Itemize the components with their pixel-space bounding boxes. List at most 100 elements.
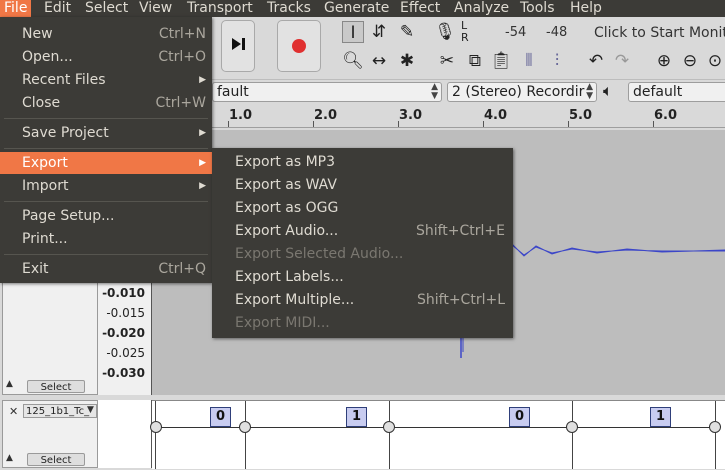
ruler-tick (483, 121, 484, 127)
playback-device-select[interactable]: default (628, 82, 725, 102)
playback-device-value: default (633, 84, 683, 100)
menu-tools[interactable]: Tools (516, 0, 559, 17)
export-labels[interactable]: Export Labels... (212, 266, 513, 289)
skip-end-bar-icon (242, 38, 245, 50)
skip-to-end-button[interactable] (221, 20, 255, 72)
label-handle-icon[interactable] (150, 421, 162, 433)
timeshift-tool-icon[interactable]: ↔ (368, 50, 390, 72)
vruler-value: -0.025 (106, 346, 145, 360)
ruler-label: 6.0 (654, 108, 678, 123)
menu-transport[interactable]: Transport (183, 0, 257, 17)
draw-tool-icon[interactable]: ✎ (396, 21, 418, 43)
menu-analyze[interactable]: Analyze (450, 0, 513, 17)
label-track-control-panel[interactable]: ✕ 125_1b1_Tc_ ▼ ▲ Select (2, 400, 98, 468)
label-boundary (715, 401, 716, 469)
track-name-dropdown[interactable]: 125_1b1_Tc_ (23, 404, 97, 418)
spin-arrows-icon: ▲ ▼ (586, 82, 593, 101)
redo-icon[interactable]: ↷ (611, 50, 633, 72)
file-menu-page-setup[interactable]: Page Setup... (0, 205, 212, 227)
export-audio[interactable]: Export Audio... Shift+Ctrl+E (212, 220, 513, 243)
timeline-ruler[interactable]: 1.0 2.0 3.0 4.0 5.0 6.0 (152, 104, 725, 128)
label-handle-icon[interactable] (566, 421, 578, 433)
fit-selection-icon[interactable]: ⊙ (704, 50, 725, 72)
ruler-label: 4.0 (484, 108, 508, 123)
menu-item-label: Export Audio... (235, 223, 339, 239)
file-menu-close[interactable]: Close Ctrl+W (0, 92, 212, 114)
silence-audio-icon[interactable]: ⫶ (546, 50, 568, 72)
multi-tool-icon[interactable]: ✱ (396, 50, 418, 72)
file-menu-exit[interactable]: Exit Ctrl+Q (0, 258, 212, 280)
collapse-track-icon[interactable]: ▲ (6, 453, 13, 463)
menu-item-accel: Ctrl+Q (158, 261, 206, 277)
label-handle-icon[interactable] (709, 421, 721, 433)
audio-track-select-button[interactable]: Select (27, 380, 85, 393)
label-handle-icon[interactable] (239, 421, 251, 433)
export-multiple[interactable]: Export Multiple... Shift+Ctrl+L (212, 289, 513, 312)
file-menu-save-project[interactable]: Save Project ▶ (0, 122, 212, 144)
file-menu-recent-files[interactable]: Recent Files ▶ (0, 69, 212, 91)
ruler-tick (228, 121, 229, 127)
menu-item-accel: Ctrl+N (158, 26, 206, 42)
export-as-ogg[interactable]: Export as OGG (212, 197, 513, 220)
meter-start-monitoring[interactable]: Click to Start Monito (594, 25, 725, 41)
envelope-tool-icon[interactable]: ⇵ (368, 21, 390, 43)
file-menu: New Ctrl+N Open... Ctrl+O Recent Files ▶… (0, 17, 212, 283)
zoom-out-icon[interactable]: ⊖ (679, 50, 701, 72)
menu-item-label: Export Selected Audio... (235, 246, 404, 262)
export-selected-audio: Export Selected Audio... (212, 243, 513, 266)
menu-tracks[interactable]: Tracks (263, 0, 315, 17)
copy-icon[interactable]: ⧉ (464, 50, 486, 72)
close-track-icon[interactable]: ✕ (9, 405, 18, 418)
label-track-area[interactable]: 0 1 0 1 (150, 400, 725, 469)
label-text[interactable]: 0 (509, 407, 531, 427)
menu-item-label: Export MIDI... (235, 315, 330, 331)
speaker-icon: 🔈︎ (603, 81, 613, 100)
collapse-track-icon[interactable]: ▲ (6, 379, 13, 389)
menu-help[interactable]: Help (566, 0, 606, 17)
paste-icon[interactable]: 📋︎ (490, 50, 512, 72)
record-button[interactable] (277, 20, 321, 72)
undo-icon[interactable]: ↶ (585, 50, 607, 72)
menu-select[interactable]: Select (81, 0, 132, 17)
trim-audio-icon[interactable]: ⫴ (518, 50, 540, 72)
label-track-select-button[interactable]: Select (27, 453, 85, 466)
label-boundary (155, 401, 156, 469)
menu-generate[interactable]: Generate (320, 0, 393, 17)
label-text[interactable]: 0 (210, 407, 232, 427)
meter-scale-1: -54 (505, 25, 527, 40)
cut-icon[interactable]: ✂ (436, 50, 458, 72)
ruler-tick (653, 121, 654, 127)
microphone-icon[interactable]: 🎙︎ (434, 21, 456, 43)
file-menu-import[interactable]: Import ▶ (0, 175, 212, 197)
selection-tool-icon[interactable]: I (342, 21, 364, 43)
menu-file[interactable]: File (0, 0, 32, 17)
audio-host-select[interactable]: fault ▲ ▼ (212, 82, 442, 102)
label-text[interactable]: 1 (346, 407, 368, 427)
vruler-value: -0.020 (102, 326, 145, 340)
menu-view[interactable]: View (135, 0, 176, 17)
submenu-arrow-icon: ▶ (199, 158, 206, 168)
recording-channels-select[interactable]: 2 (Stereo) Recordir ▲ ▼ (447, 82, 597, 102)
file-menu-export[interactable]: Export ▶ (0, 152, 212, 174)
ruler-label: 3.0 (399, 108, 423, 123)
ruler-label: 1.0 (229, 108, 253, 123)
label-text[interactable]: 1 (650, 407, 672, 427)
menu-effect[interactable]: Effect (396, 0, 444, 17)
file-menu-print[interactable]: Print... (0, 228, 212, 250)
file-menu-open[interactable]: Open... Ctrl+O (0, 46, 212, 68)
label-track-gutter (98, 400, 152, 468)
ruler-tick (568, 121, 569, 127)
menu-item-label: Import (22, 178, 69, 194)
menu-edit[interactable]: Edit (40, 0, 75, 17)
label-handle-icon[interactable] (383, 421, 395, 433)
submenu-arrow-icon: ▶ (199, 128, 206, 138)
file-menu-new[interactable]: New Ctrl+N (0, 23, 212, 45)
zoom-in-icon[interactable]: ⊕ (653, 50, 675, 72)
audio-host-value: fault (217, 84, 249, 100)
menu-item-label: Page Setup... (22, 208, 115, 224)
ruler-tick (398, 121, 399, 127)
menu-item-label: Export as MP3 (235, 154, 336, 170)
zoom-tool-icon[interactable]: 🔍︎ (342, 50, 364, 72)
export-as-mp3[interactable]: Export as MP3 (212, 151, 513, 174)
export-as-wav[interactable]: Export as WAV (212, 174, 513, 197)
